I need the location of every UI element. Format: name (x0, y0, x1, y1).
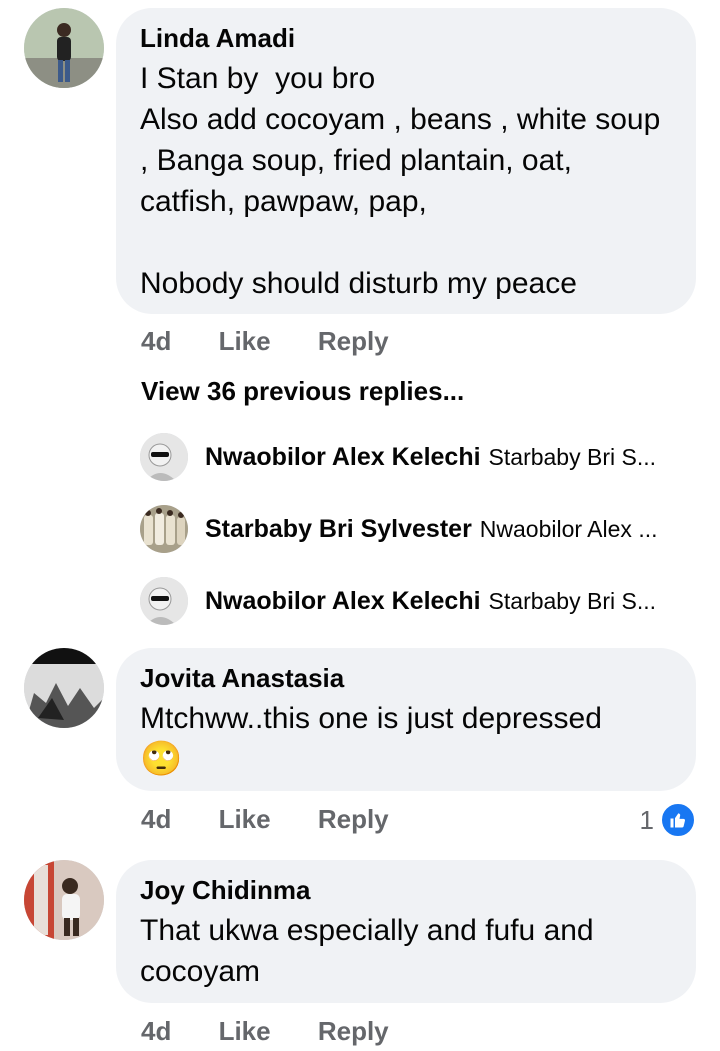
reply-author[interactable]: Nwaobilor Alex Kelechi (205, 587, 481, 615)
like-button[interactable]: Like (219, 326, 271, 356)
thumbs-up-icon (660, 802, 696, 838)
avatar[interactable] (140, 505, 188, 553)
like-button[interactable]: Like (219, 1016, 271, 1046)
comment-text: Mtchww..this one is just depressed (140, 702, 602, 735)
view-previous-replies-link[interactable]: View 36 previous replies... (141, 376, 464, 407)
reply-snippet: Starbaby Bri S... (488, 444, 657, 470)
reply-author[interactable]: Nwaobilor Alex Kelechi (205, 443, 481, 471)
reply-snippet: Starbaby Bri S... (488, 588, 657, 614)
reply-button[interactable]: Reply (318, 804, 389, 834)
comment-text: I Stan by you bro Also add cocoyam , bea… (140, 62, 661, 300)
comment-bubble: Jovita Anastasia Mtchww..this one is jus… (116, 648, 696, 791)
avatar[interactable] (24, 8, 104, 88)
comment-time: 4d (141, 1016, 172, 1046)
reaction-summary[interactable]: 1 (640, 802, 696, 838)
comment-actions: 4d Like Reply (141, 1016, 429, 1047)
comment-actions: 4d Like Reply (141, 326, 429, 357)
reply-snippet: Nwaobilor Alex ... (479, 516, 658, 542)
avatar[interactable] (140, 433, 188, 481)
eye-roll-emoji-icon: 🙄 (140, 740, 183, 778)
comment-bubble: Linda Amadi I Stan by you bro Also add c… (116, 8, 696, 314)
comment-author[interactable]: Joy Chidinma (140, 874, 672, 906)
reply-author[interactable]: Starbaby Bri Sylvester (205, 515, 472, 543)
reply-item[interactable]: Nwaobilor Alex Kelechi Starbaby Bri S... (205, 585, 685, 617)
avatar[interactable] (24, 648, 104, 728)
comment-text: That ukwa especially and fufu and cocoya… (140, 914, 602, 988)
avatar[interactable] (24, 860, 104, 940)
like-button[interactable]: Like (219, 804, 271, 834)
comment-author[interactable]: Jovita Anastasia (140, 662, 672, 694)
reaction-count: 1 (639, 804, 654, 835)
comment-bubble: Joy Chidinma That ukwa especially and fu… (116, 860, 696, 1003)
comment-time: 4d (141, 326, 172, 356)
avatar[interactable] (140, 577, 188, 625)
comment-author[interactable]: Linda Amadi (140, 22, 672, 54)
reply-button[interactable]: Reply (318, 1016, 389, 1046)
reply-item[interactable]: Starbaby Bri Sylvester Nwaobilor Alex ... (205, 513, 685, 545)
reply-item[interactable]: Nwaobilor Alex Kelechi Starbaby Bri S... (205, 441, 685, 473)
reply-button[interactable]: Reply (318, 326, 389, 356)
comment-time: 4d (141, 804, 172, 834)
comment-actions: 4d Like Reply (141, 804, 429, 835)
